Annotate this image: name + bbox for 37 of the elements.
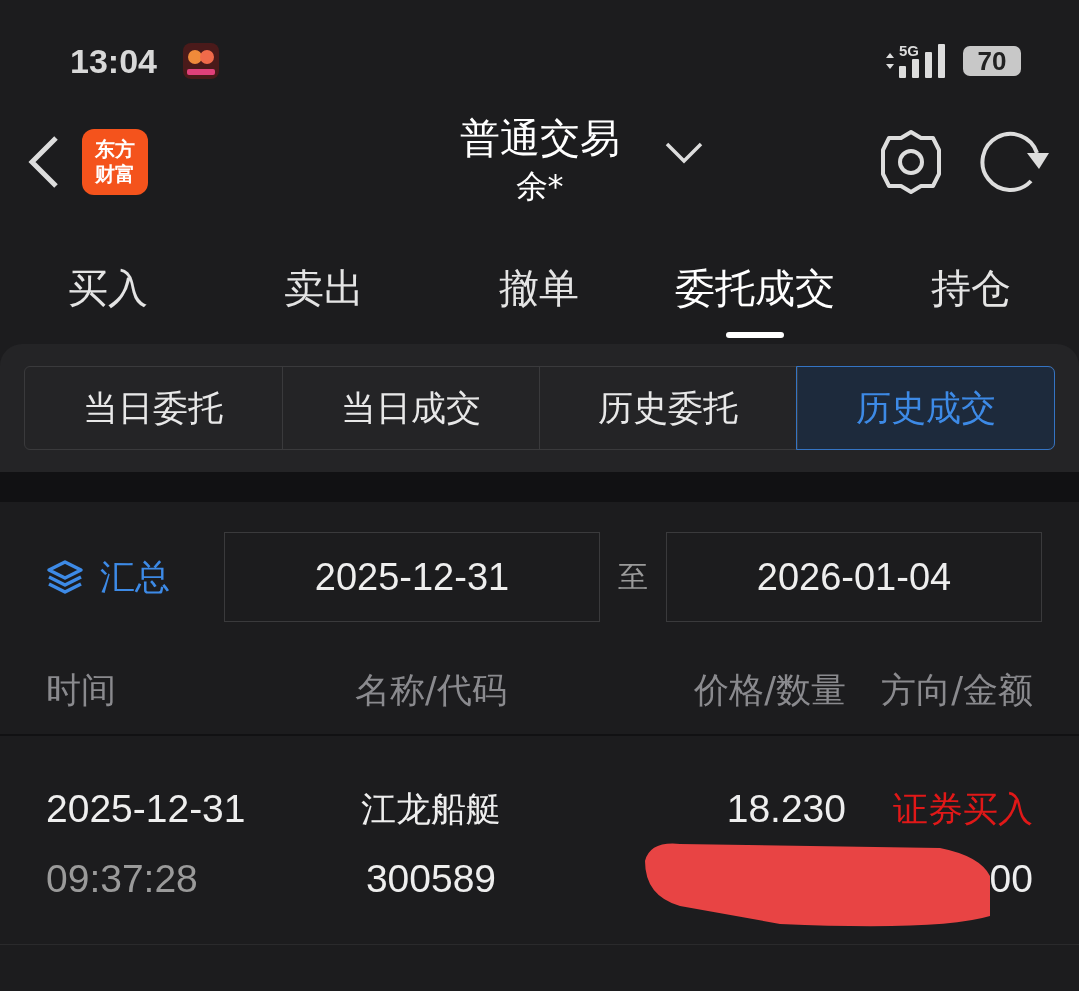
signal-icon <box>899 44 945 78</box>
nav-tab[interactable]: 委托成交 <box>647 232 864 344</box>
end-date-field[interactable]: 2026-01-04 <box>666 532 1042 622</box>
trade-amount: 00 <box>988 857 1033 901</box>
data-arrows-icon <box>885 52 895 70</box>
segment-tab[interactable]: 当日成交 <box>281 367 539 449</box>
chevron-down-icon[interactable] <box>665 142 703 164</box>
battery-indicator: 70 <box>963 46 1021 76</box>
nav-tab[interactable]: 卖出 <box>215 232 432 344</box>
network-type: 5G <box>899 42 919 59</box>
trade-direction: 证券买入 <box>892 787 1033 831</box>
nav-tab[interactable]: 买入 <box>0 232 216 344</box>
stock-code: 300589 <box>364 857 498 901</box>
column-header: 方向/金额 <box>880 668 1033 712</box>
segment-tab[interactable]: 当日委托 <box>25 367 282 449</box>
trade-time: 09:37:28 <box>46 857 199 901</box>
stock-name: 江龙船艇 <box>360 787 502 831</box>
page-title: 普通交易 <box>459 114 620 163</box>
column-header: 名称/代码 <box>354 668 508 712</box>
trade-price: 18.230 <box>725 787 846 831</box>
start-date-field[interactable]: 2025-12-31 <box>224 532 600 622</box>
nav-tab[interactable]: 撤单 <box>431 232 648 344</box>
nav-tab[interactable]: 持仓 <box>863 232 1079 344</box>
refresh-icon[interactable] <box>979 131 1051 193</box>
column-header: 价格/数量 <box>693 668 846 712</box>
account-name: 余* <box>515 166 564 207</box>
app-logo: 东方财富 <box>82 129 148 195</box>
segment-tab[interactable]: 历史成交 <box>796 367 1054 449</box>
layers-icon <box>46 559 84 595</box>
date-separator: 至 <box>617 557 649 596</box>
tab-underline <box>726 332 785 338</box>
back-icon[interactable] <box>28 135 60 189</box>
trade-date: 2025-12-31 <box>46 787 247 831</box>
column-header: 时间 <box>46 668 117 712</box>
app-icon <box>182 43 219 79</box>
status-time: 13:04 <box>70 41 157 81</box>
summary-button[interactable]: 汇总 <box>46 553 224 601</box>
